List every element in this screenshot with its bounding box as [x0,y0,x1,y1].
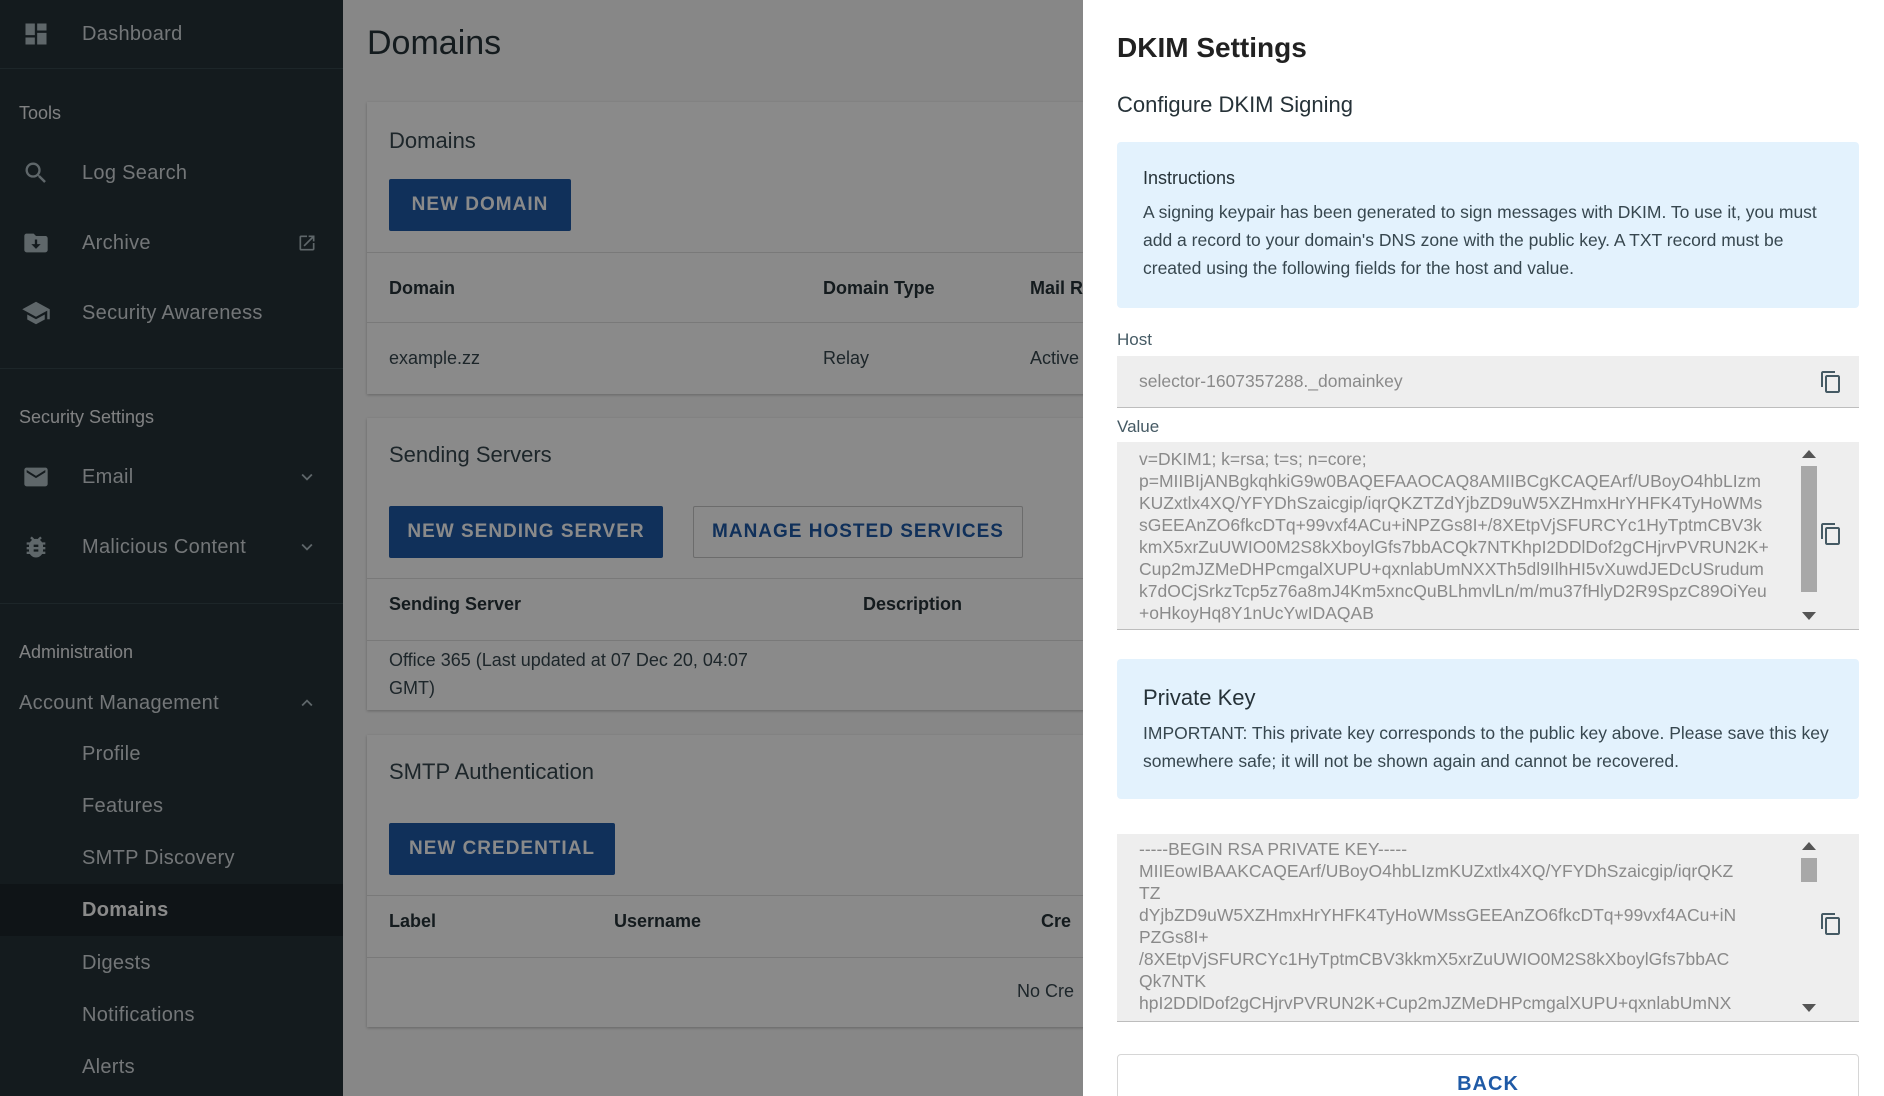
panel-subtitle: Configure DKIM Signing [1117,92,1354,117]
value-field[interactable]: v=DKIM1; k=rsa; t=s; n=core; p=MIIBIjANB… [1117,442,1859,630]
private-key-box: Private Key IMPORTANT: This private key … [1117,659,1859,799]
modal-backdrop[interactable] [0,0,1083,1096]
panel-title: DKIM Settings [1117,32,1307,63]
scroll-down-arrow[interactable] [1802,612,1816,620]
scroll-thumb[interactable] [1801,466,1817,592]
host-value: selector-1607357288._domainkey [1139,371,1403,391]
private-key-text: IMPORTANT: This private key corresponds … [1143,723,1829,771]
value-textarea[interactable]: v=DKIM1; k=rsa; t=s; n=core; p=MIIBIjANB… [1139,448,1769,624]
private-key-title: Private Key [1143,685,1256,710]
copy-icon[interactable] [1819,912,1843,936]
scroll-up-arrow[interactable] [1802,842,1816,850]
value-label: Value [1117,417,1160,436]
dkim-settings-panel: DKIM Settings Configure DKIM Signing Ins… [1083,0,1884,1096]
host-field[interactable]: selector-1607357288._domainkey [1117,356,1859,408]
instructions-title: Instructions [1143,168,1236,188]
back-button[interactable]: BACK [1117,1054,1859,1096]
copy-icon[interactable] [1819,370,1843,394]
instructions-text: A signing keypair has been generated to … [1143,202,1817,278]
private-key-textarea[interactable]: -----BEGIN RSA PRIVATE KEY----- MIIEowIB… [1139,838,1769,1016]
private-key-field[interactable]: -----BEGIN RSA PRIVATE KEY----- MIIEowIB… [1117,834,1859,1022]
value-scrollbar[interactable] [1799,448,1819,624]
scroll-down-arrow[interactable] [1802,1004,1816,1012]
instructions-box: Instructions A signing keypair has been … [1117,142,1859,308]
host-label: Host [1117,330,1152,349]
scroll-thumb[interactable] [1801,858,1817,882]
copy-icon[interactable] [1819,522,1843,546]
scroll-up-arrow[interactable] [1802,450,1816,458]
private-key-scrollbar[interactable] [1799,840,1819,1016]
